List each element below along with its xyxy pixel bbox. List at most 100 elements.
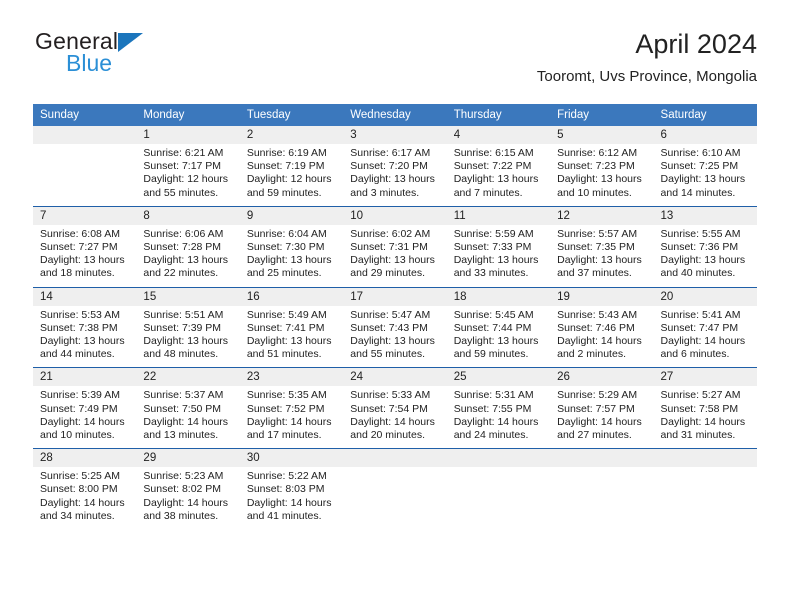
week-detail-row: Sunrise: 6:08 AM Sunset: 7:27 PM Daylight:… (33, 224, 757, 288)
day-detail-line: and 33 minutes. (453, 267, 529, 280)
day-details-4[interactable]: Sunrise: 6:15 AM Sunset: 7:22 PM Daylight:… (446, 144, 551, 207)
day-number-29[interactable]: 29 (136, 448, 240, 468)
day-number-4[interactable]: 4 (446, 126, 551, 144)
day-number-22[interactable]: 22 (136, 367, 240, 387)
day-detail-line: Daylight: 13 hours (557, 254, 642, 267)
day-detail-line: Daylight: 13 hours (350, 335, 435, 348)
day-details-22[interactable]: Sunrise: 5:37 AM Sunset: 7:50 PM Daylight:… (136, 386, 240, 449)
day-details-14[interactable]: Sunrise: 5:53 AM Sunset: 7:38 PM Daylight:… (33, 305, 137, 368)
day-detail-line: Daylight: 13 hours (246, 335, 332, 348)
day-details-16[interactable]: Sunrise: 5:49 AM Sunset: 7:41 PM Daylight:… (239, 305, 344, 368)
day-detail-line: Sunrise: 6:19 AM (246, 147, 327, 159)
day-number-30[interactable]: 30 (239, 448, 344, 468)
day-number-16[interactable]: 16 (239, 286, 344, 306)
day-detail-line: and 51 minutes. (246, 348, 322, 361)
day-details-empty (550, 467, 654, 530)
day-detail-line: Sunrise: 5:43 AM (557, 308, 638, 321)
day-details-5[interactable]: Sunrise: 6:12 AM Sunset: 7:23 PM Daylight:… (550, 144, 654, 207)
day-number-23[interactable]: 23 (239, 367, 344, 387)
weekday-header-tuesday: Tuesday (239, 104, 344, 126)
day-detail-line: and 55 minutes. (143, 186, 219, 199)
day-detail-line: and 10 minutes. (557, 186, 632, 199)
day-details-12[interactable]: Sunrise: 5:57 AM Sunset: 7:35 PM Daylight:… (550, 224, 654, 288)
day-number-6[interactable]: 6 (653, 126, 757, 144)
day-details-26[interactable]: Sunrise: 5:29 AM Sunset: 7:57 PM Daylight:… (550, 386, 654, 449)
day-number-2[interactable]: 2 (239, 126, 344, 144)
day-detail-line: and 3 minutes. (350, 186, 420, 199)
day-detail-line: Sunrise: 5:31 AM (453, 389, 534, 402)
day-number-19[interactable]: 19 (550, 286, 654, 306)
day-detail-line: Sunset: 7:47 PM (660, 321, 739, 334)
day-number-17[interactable]: 17 (343, 286, 447, 306)
day-details-7[interactable]: Sunrise: 6:08 AM Sunset: 7:27 PM Daylight:… (33, 224, 137, 288)
day-details-28[interactable]: Sunrise: 5:25 AM Sunset: 8:00 PM Daylight:… (33, 467, 137, 530)
week-detail-row: Sunrise: 5:25 AM Sunset: 8:00 PM Daylight:… (33, 467, 757, 530)
day-detail-line: Sunset: 7:46 PM (557, 321, 635, 334)
day-detail-line: Sunrise: 5:59 AM (453, 227, 534, 240)
day-detail-line: and 24 minutes. (453, 429, 529, 442)
day-number-1[interactable]: 1 (136, 126, 240, 144)
day-number-12[interactable]: 12 (550, 205, 654, 225)
day-detail-line: Sunrise: 5:39 AM (40, 389, 120, 402)
day-details-3[interactable]: Sunrise: 6:17 AM Sunset: 7:20 PM Daylight:… (343, 144, 447, 207)
page-title: April 2024 (635, 29, 757, 59)
day-details-2[interactable]: Sunrise: 6:19 AM Sunset: 7:19 PM Daylight:… (239, 144, 344, 207)
day-number-14[interactable]: 14 (33, 286, 137, 306)
day-number-18[interactable]: 18 (446, 286, 551, 306)
day-number-20[interactable]: 20 (653, 286, 757, 306)
day-detail-line: and 31 minutes. (660, 429, 736, 442)
day-number-11[interactable]: 11 (446, 205, 551, 225)
day-number-5[interactable]: 5 (550, 126, 654, 144)
day-details-30[interactable]: Sunrise: 5:22 AM Sunset: 8:03 PM Daylight:… (239, 467, 344, 530)
day-number-10[interactable]: 10 (343, 205, 447, 225)
day-detail-line: and 40 minutes. (660, 267, 736, 280)
day-details-6[interactable]: Sunrise: 6:10 AM Sunset: 7:25 PM Daylight:… (653, 144, 757, 207)
day-number-8[interactable]: 8 (136, 205, 240, 225)
day-details-23[interactable]: Sunrise: 5:35 AM Sunset: 7:52 PM Daylight:… (239, 386, 344, 449)
day-detail-line: Daylight: 14 hours (660, 415, 746, 428)
day-details-21[interactable]: Sunrise: 5:39 AM Sunset: 7:49 PM Daylight:… (33, 386, 137, 449)
day-number-28[interactable]: 28 (33, 448, 137, 468)
day-number-15[interactable]: 15 (136, 286, 240, 306)
day-details-27[interactable]: Sunrise: 5:27 AM Sunset: 7:58 PM Daylight:… (653, 386, 757, 449)
day-details-24[interactable]: Sunrise: 5:33 AM Sunset: 7:54 PM Daylight:… (343, 386, 447, 449)
calendar-header-row: Sunday Monday Tuesday Wednesday Thursday Frid… (33, 104, 757, 126)
day-details-29[interactable]: Sunrise: 5:23 AM Sunset: 8:02 PM Daylight:… (136, 467, 240, 530)
day-number-21[interactable]: 21 (33, 367, 137, 387)
day-details-18[interactable]: Sunrise: 5:45 AM Sunset: 7:44 PM Daylight:… (446, 305, 551, 368)
day-detail-line: Sunset: 7:33 PM (453, 241, 532, 254)
day-number-24[interactable]: 24 (343, 367, 447, 387)
day-detail-line: Sunrise: 5:33 AM (350, 389, 431, 402)
day-details-1[interactable]: Sunrise: 6:21 AM Sunset: 7:17 PM Daylight:… (136, 144, 240, 207)
day-number-25[interactable]: 25 (446, 367, 551, 387)
day-details-empty (653, 467, 757, 530)
day-number-26[interactable]: 26 (550, 367, 654, 387)
day-detail-line: Sunset: 7:25 PM (660, 160, 739, 173)
day-details-25[interactable]: Sunrise: 5:31 AM Sunset: 7:55 PM Daylight:… (446, 386, 551, 449)
day-number-27[interactable]: 27 (653, 367, 757, 387)
day-details-13[interactable]: Sunrise: 5:55 AM Sunset: 7:36 PM Daylight:… (653, 224, 757, 288)
day-detail-line: and 7 minutes. (453, 186, 523, 199)
day-detail-line: Sunset: 7:38 PM (40, 321, 118, 334)
day-number-7[interactable]: 7 (33, 205, 137, 225)
day-details-11[interactable]: Sunrise: 5:59 AM Sunset: 7:33 PM Daylight:… (446, 224, 551, 288)
day-details-20[interactable]: Sunrise: 5:41 AM Sunset: 7:47 PM Daylight:… (653, 305, 757, 368)
day-detail-line: Daylight: 14 hours (143, 415, 229, 428)
day-details-10[interactable]: Sunrise: 6:02 AM Sunset: 7:31 PM Daylight:… (343, 224, 447, 288)
calendar-page: General Blue April 2024 Tooromt, Uvs Pro… (0, 0, 792, 612)
day-detail-line: and 18 minutes. (40, 267, 115, 280)
day-details-8[interactable]: Sunrise: 6:06 AM Sunset: 7:28 PM Daylight:… (136, 224, 240, 288)
day-detail-line: Daylight: 13 hours (40, 335, 125, 348)
day-details-9[interactable]: Sunrise: 6:04 AM Sunset: 7:30 PM Daylight:… (239, 224, 344, 288)
day-number-3[interactable]: 3 (343, 126, 447, 144)
weekday-header-wednesday: Wednesday (343, 104, 447, 126)
day-detail-line: and 13 minutes. (143, 429, 219, 442)
day-details-15[interactable]: Sunrise: 5:51 AM Sunset: 7:39 PM Daylight:… (136, 305, 240, 368)
day-details-19[interactable]: Sunrise: 5:43 AM Sunset: 7:46 PM Daylight:… (550, 305, 654, 368)
day-number-13[interactable]: 13 (653, 205, 757, 225)
day-number-9[interactable]: 9 (239, 205, 344, 225)
day-details-17[interactable]: Sunrise: 5:47 AM Sunset: 7:43 PM Daylight:… (343, 305, 447, 368)
day-detail-line: and 22 minutes. (143, 267, 219, 280)
day-detail-line: Sunset: 8:02 PM (143, 483, 222, 496)
day-detail-line: and 14 minutes. (660, 186, 736, 199)
